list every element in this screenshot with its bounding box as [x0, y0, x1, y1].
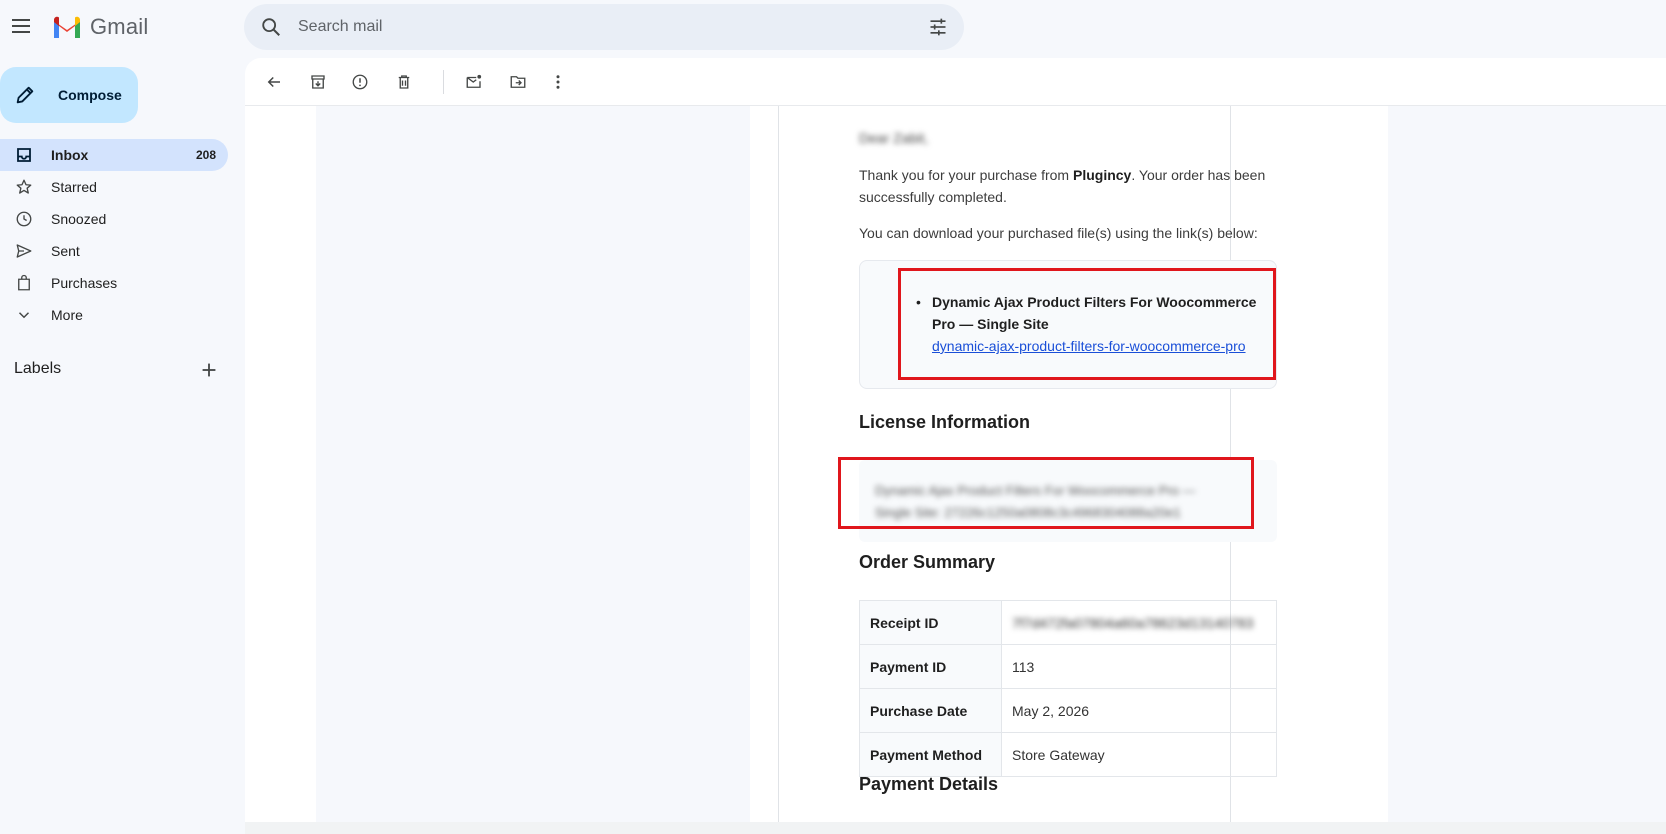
sidebar-item-purchases[interactable]: Purchases — [0, 267, 228, 299]
sidebar-item-label: Purchases — [51, 275, 118, 291]
archive-button[interactable] — [306, 70, 330, 94]
pencil-icon — [16, 86, 34, 104]
thank-you-paragraph: Thank you for your purchase from Pluginc… — [859, 164, 1277, 208]
delete-button[interactable] — [392, 70, 416, 94]
sidebar-item-inbox[interactable]: Inbox 208 — [0, 139, 228, 171]
email-backdrop-right — [1388, 106, 1666, 822]
license-box: Dynamic Ajax Product Filters For Woocomm… — [859, 460, 1277, 542]
inbox-count: 208 — [195, 148, 216, 162]
email-body-area: Dear Zabit, Thank you for your purchase … — [245, 106, 1666, 822]
row-value: 7f7d472fa07804a60a78623d13140783 — [1001, 600, 1277, 645]
shopping-bag-icon — [14, 273, 34, 293]
thanks-prefix: Thank you for your purchase from — [859, 167, 1073, 183]
row-key: Payment ID — [859, 644, 1002, 689]
search-options-icon[interactable] — [928, 17, 948, 37]
table-row: Purchase Date May 2, 2026 — [859, 688, 1277, 733]
bullet: • — [916, 294, 921, 310]
sidebar-item-label: Sent — [51, 243, 80, 259]
table-row: Receipt ID 7f7d472fa07804a60a78623d13140… — [859, 600, 1277, 645]
greeting-text: Dear Zabit, — [859, 130, 929, 146]
gmail-m-icon — [54, 16, 80, 38]
search-bar — [244, 4, 964, 50]
delete-icon — [398, 75, 410, 89]
plus-icon[interactable] — [198, 359, 220, 381]
message-toolbar — [245, 58, 1666, 106]
sidebar-item-label: Starred — [51, 179, 97, 195]
mark-unread-button[interactable] — [462, 70, 486, 94]
row-key: Payment Method — [859, 732, 1002, 777]
license-heading: License Information — [859, 412, 1031, 432]
order-summary-table: Receipt ID 7f7d472fa07804a60a78623d13140… — [859, 600, 1277, 777]
back-button[interactable] — [262, 70, 286, 94]
compose-button[interactable]: Compose — [0, 67, 138, 123]
download-link[interactable]: dynamic-ajax-product-filters-for-woocomm… — [932, 335, 1262, 357]
more-options-button[interactable] — [546, 70, 570, 94]
download-list: • Dynamic Ajax Product Filters For Wooco… — [916, 291, 1262, 357]
horizontal-scrollbar[interactable] — [245, 822, 1666, 834]
back-arrow-icon — [267, 76, 280, 88]
brand-name: Plugincy — [1073, 167, 1132, 183]
row-key: Purchase Date — [859, 688, 1002, 733]
license-key-text: Dynamic Ajax Product Filters For Woocomm… — [875, 483, 1196, 520]
download-intro: You can download your purchased file(s) … — [859, 225, 1258, 241]
table-row: Payment Method Store Gateway — [859, 732, 1277, 777]
inbox-icon — [14, 145, 34, 165]
top-bar: Gmail — [0, 0, 1666, 54]
search-input[interactable] — [298, 15, 858, 39]
order-summary-heading: Order Summary — [859, 552, 996, 572]
toolbar-divider — [443, 70, 444, 94]
row-value: 113 — [1001, 644, 1277, 689]
compose-label: Compose — [58, 87, 122, 103]
labels-header: Labels — [0, 356, 228, 382]
archive-icon — [311, 75, 325, 89]
gmail-wordmark: Gmail — [90, 14, 149, 39]
report-spam-button[interactable] — [348, 70, 372, 94]
payment-details-heading: Payment Details — [859, 774, 999, 794]
mark-unread-icon — [466, 74, 482, 88]
search-icon[interactable] — [260, 16, 282, 38]
main-menu-button[interactable] — [12, 15, 34, 37]
gmail-logo[interactable]: Gmail — [52, 14, 148, 40]
table-row: Payment ID 113 — [859, 644, 1277, 689]
row-value: May 2, 2026 — [1001, 688, 1277, 733]
labels-title: Labels — [14, 360, 62, 377]
message-pane: Dear Zabit, Thank you for your purchase … — [245, 58, 1666, 822]
send-icon — [14, 241, 34, 261]
download-box: • Dynamic Ajax Product Filters For Wooco… — [859, 260, 1277, 389]
chevron-down-icon — [14, 305, 34, 325]
sidebar-item-sent[interactable]: Sent — [0, 235, 228, 267]
clock-icon — [14, 209, 34, 229]
email-backdrop-left — [316, 106, 750, 822]
sidebar-item-label: Snoozed — [51, 211, 107, 227]
divider-line — [778, 106, 779, 822]
sidebar-item-starred[interactable]: Starred — [0, 171, 228, 203]
sidebar-item-snoozed[interactable]: Snoozed — [0, 203, 228, 235]
move-to-button[interactable] — [506, 70, 530, 94]
sidebar-item-label: Inbox — [51, 147, 89, 163]
sidebar-item-label: More — [51, 307, 83, 323]
sidebar-nav: Inbox 208 Starred Snoozed Sent Purchases… — [0, 139, 228, 331]
more-vert-icon — [556, 75, 560, 89]
row-key: Receipt ID — [859, 600, 1002, 645]
report-spam-icon — [352, 74, 368, 90]
sidebar-item-more[interactable]: More — [0, 299, 228, 331]
star-icon — [14, 177, 34, 197]
row-value: Store Gateway — [1001, 732, 1277, 777]
move-to-icon — [510, 76, 526, 88]
download-item-name: Dynamic Ajax Product Filters For Woocomm… — [932, 294, 1257, 332]
